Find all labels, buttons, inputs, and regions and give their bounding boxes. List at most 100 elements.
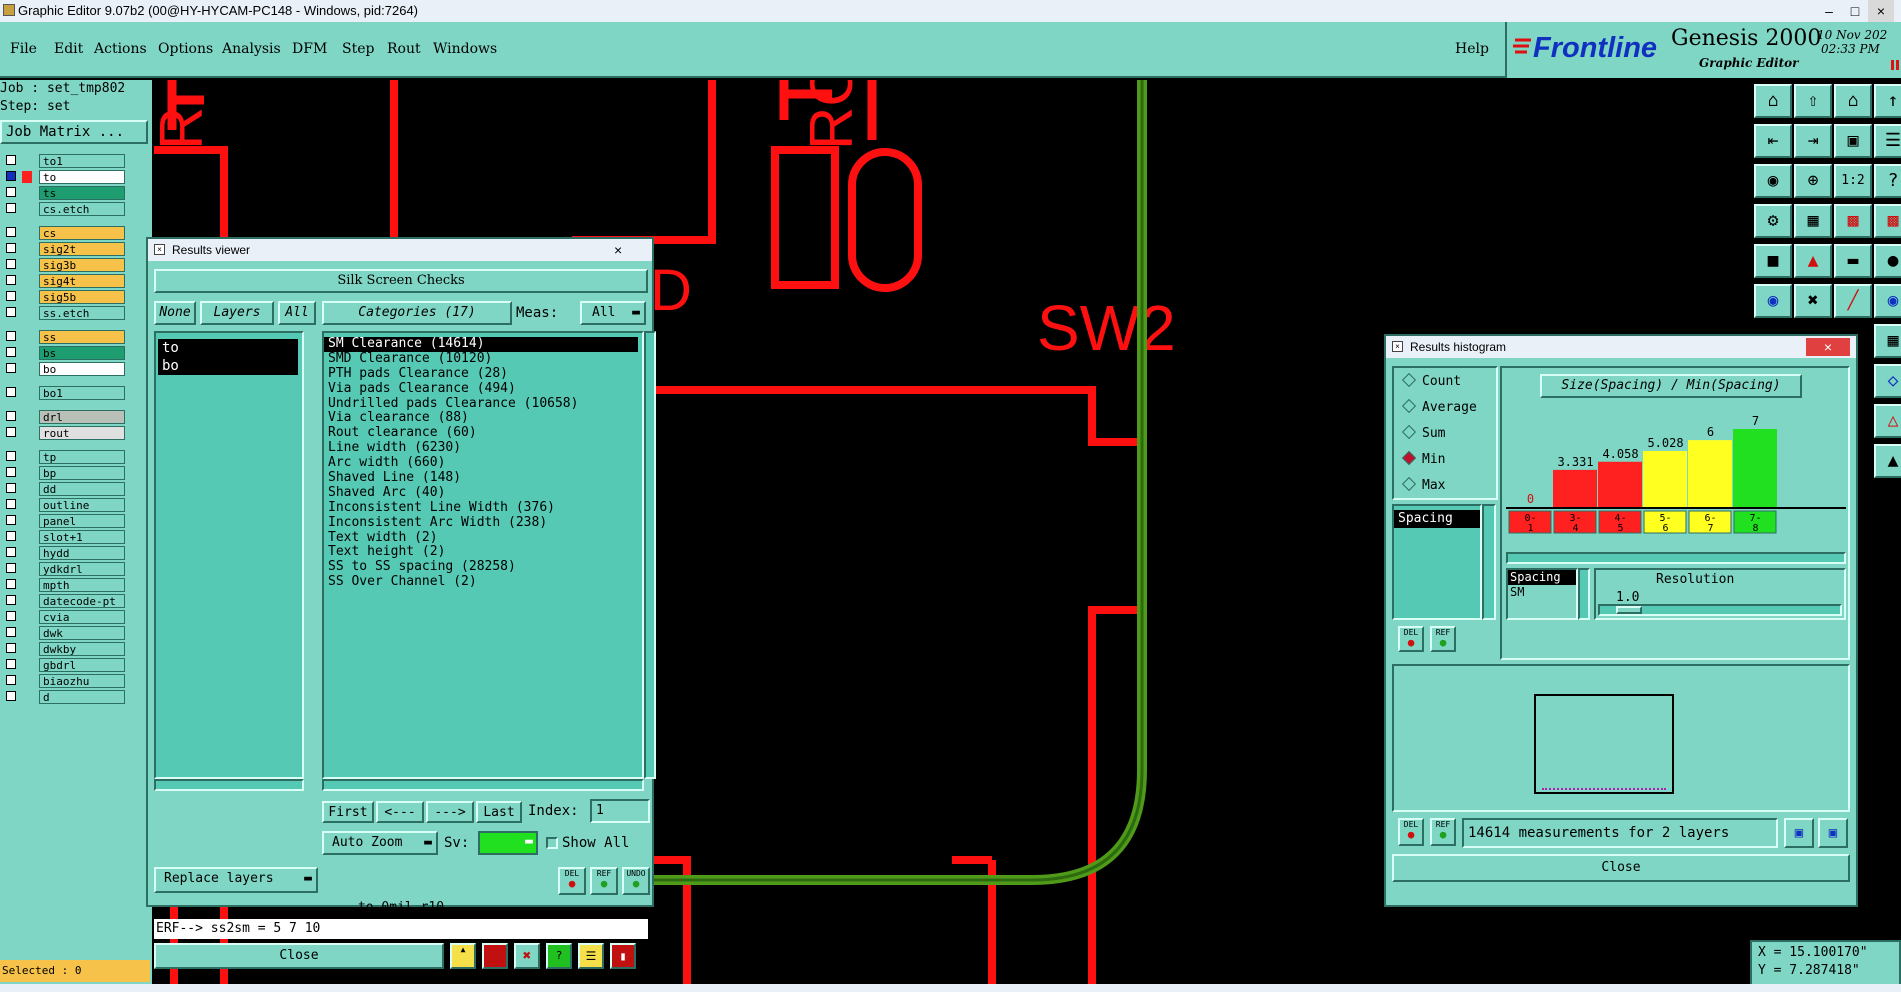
layer-color-swatch[interactable] (22, 643, 32, 655)
layer-name[interactable]: dwkby (39, 642, 125, 656)
layer-row-gbdrl[interactable]: gbdrl (6, 658, 125, 672)
menu-actions[interactable]: Actions (94, 41, 147, 57)
zoom-home-icon[interactable]: ▣ (1818, 818, 1848, 848)
layer-checkbox[interactable] (6, 411, 16, 421)
menu-edit[interactable]: Edit (54, 41, 83, 57)
layer-row-ss.etch[interactable]: ss.etch (6, 306, 125, 320)
layer-checkbox[interactable] (6, 483, 16, 493)
layer-row-cvia[interactable]: cvia (6, 610, 125, 624)
layer-color-swatch[interactable] (22, 467, 32, 479)
layer-name[interactable]: sig4t (39, 274, 125, 288)
layer-color-swatch[interactable] (22, 275, 32, 287)
measure-list-scrollbar[interactable] (1482, 504, 1496, 620)
layer-row-sig5b[interactable]: sig5b (6, 290, 125, 304)
layer-row-dwkby[interactable]: dwkby (6, 642, 125, 656)
close-icon[interactable]: × (1868, 0, 1894, 22)
select-icon[interactable]: ■ (1754, 244, 1792, 278)
preview-ref-button[interactable]: REF ● (1430, 818, 1456, 846)
histogram-ref-button[interactable]: REF ● (1430, 626, 1456, 652)
lamp-icon[interactable]: ▲ (450, 943, 476, 969)
menu-step[interactable]: Step (342, 41, 374, 57)
zoom-in-icon[interactable]: ⊕ (1794, 164, 1832, 198)
forward-icon[interactable]: ⇥ (1794, 124, 1832, 158)
spacing-scrollbar[interactable] (1578, 568, 1590, 620)
list-item[interactable]: Spacing (1394, 510, 1480, 528)
layer-checkbox[interactable] (6, 515, 16, 525)
fit-icon[interactable]: ▣ (1834, 124, 1872, 158)
menu-rout[interactable]: Rout (387, 41, 421, 57)
results-viewer-close-button[interactable]: Close (154, 943, 444, 969)
layer-color-swatch[interactable] (22, 531, 32, 543)
layer-color-swatch[interactable] (22, 451, 32, 463)
layer-name[interactable]: ss.etch (39, 306, 125, 320)
radio-diamond-icon[interactable] (1401, 450, 1417, 466)
category-item[interactable]: Via clearance (88) (324, 411, 642, 426)
category-item[interactable]: Inconsistent Line Width (376) (324, 500, 642, 516)
layer-row-sig2t[interactable]: sig2t (6, 242, 125, 256)
layer-row-bo1[interactable]: bo1 (6, 386, 125, 400)
layer-name[interactable]: panel (39, 514, 125, 528)
layer-checkbox[interactable] (6, 547, 16, 557)
layer-results-list[interactable]: to bo (154, 331, 304, 779)
category-item[interactable]: Shaved Arc (40) (324, 485, 642, 501)
layer-checkbox[interactable] (6, 499, 16, 509)
list-item[interactable]: bo (158, 357, 298, 375)
layer-color-swatch[interactable] (22, 171, 32, 183)
histogram-del-button[interactable]: DEL ● (1398, 626, 1424, 652)
layer-name[interactable]: tp (39, 450, 125, 464)
layer-name[interactable]: dd (39, 482, 125, 496)
auto-zoom-dropdown[interactable]: Auto Zoom ▬ (322, 831, 438, 855)
grid-icon[interactable]: ▦ (1794, 204, 1832, 238)
category-item[interactable]: Inconsistent Arc Width (238) (324, 515, 642, 531)
layer-checkbox[interactable] (6, 171, 16, 181)
pause-icon[interactable] (1891, 60, 1899, 70)
layer-row-ss[interactable]: ss (6, 330, 125, 344)
radio-average[interactable]: Average (1401, 398, 1477, 415)
layer-name[interactable]: hydd (39, 546, 125, 560)
layer-name[interactable]: cs.etch (39, 202, 125, 216)
zoom-fit-icon[interactable]: ◉ (1754, 164, 1792, 198)
layer-checkbox[interactable] (6, 331, 16, 341)
ref-button[interactable]: REF ● (590, 867, 618, 895)
layer-row-biaozhu[interactable]: biaozhu (6, 674, 125, 688)
net-icon[interactable]: ◇ (1874, 364, 1901, 398)
category-item[interactable]: SM Clearance (14614) (324, 336, 638, 352)
home-icon[interactable]: ⌂ (1754, 84, 1792, 118)
layer-color-swatch[interactable] (22, 427, 32, 439)
layer-color-swatch[interactable] (22, 291, 32, 303)
layer-name[interactable]: sig5b (39, 290, 125, 304)
category-item[interactable]: Via pads Clearance (494) (324, 381, 642, 397)
category-item[interactable]: Arc width (660) (324, 455, 642, 471)
last-button[interactable]: Last (476, 801, 522, 823)
radio-count[interactable]: Count (1401, 372, 1461, 389)
layer-color-swatch[interactable] (22, 563, 32, 575)
layer-name[interactable]: rout (39, 426, 125, 440)
layer-color-swatch[interactable] (22, 515, 32, 527)
layer-checkbox[interactable] (6, 347, 16, 357)
histogram-close-icon[interactable]: × (1806, 338, 1850, 356)
layer-color-swatch[interactable] (22, 347, 32, 359)
layer-color-swatch[interactable] (22, 547, 32, 559)
radio-min[interactable]: Min (1401, 450, 1445, 467)
layer-checkbox[interactable] (6, 275, 16, 285)
layer-color-swatch[interactable] (22, 203, 32, 215)
category-hscrollbar[interactable] (322, 779, 644, 791)
layer-row-mpth[interactable]: mpth (6, 578, 125, 592)
layer-checkbox[interactable] (6, 243, 16, 253)
layer-row-to[interactable]: to (6, 170, 125, 184)
layer-color-swatch[interactable] (22, 499, 32, 511)
cancel-icon[interactable]: ✖ (514, 943, 540, 969)
categories-button[interactable]: Categories (17) (322, 301, 512, 325)
histogram-measure-list[interactable]: Spacing (1392, 504, 1482, 620)
layer-color-swatch[interactable] (22, 331, 32, 343)
histogram-hscrollbar[interactable] (1506, 552, 1846, 564)
menu-dfm[interactable]: DFM (292, 41, 327, 57)
category-item[interactable]: Line width (6230) (324, 440, 642, 456)
menu-analysis[interactable]: Analysis (222, 41, 281, 57)
radio-max[interactable]: Max (1401, 476, 1445, 493)
up-icon[interactable]: ↑ (1874, 84, 1901, 118)
layer-color-swatch[interactable] (22, 243, 32, 255)
layer-row-drl[interactable]: drl (6, 410, 125, 424)
layer-color-swatch[interactable] (22, 611, 32, 623)
layer-checkbox[interactable] (6, 291, 16, 301)
